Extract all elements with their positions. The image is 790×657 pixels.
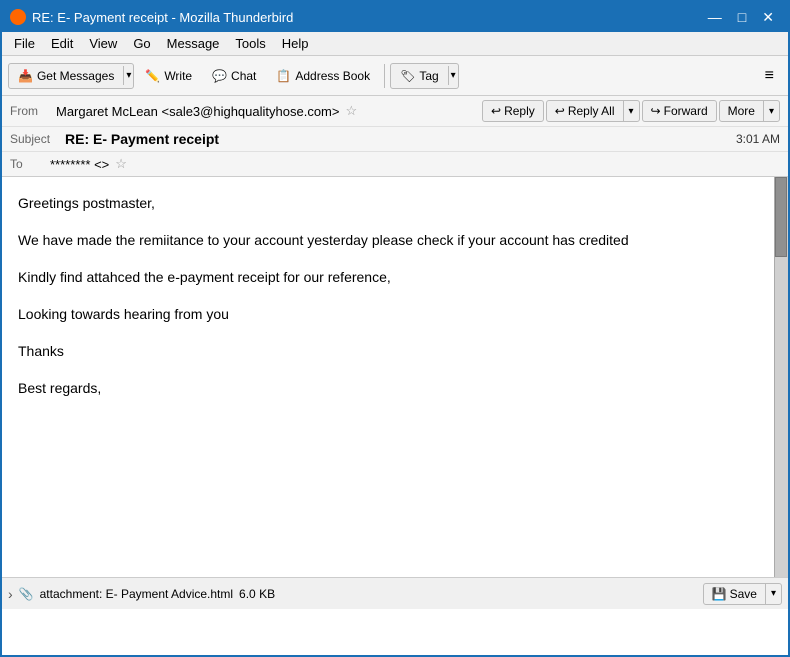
- save-group: 💾 Save ▾: [703, 583, 782, 605]
- forward-button[interactable]: ↪ Forward: [642, 100, 717, 122]
- from-left: From Margaret McLean <sale3@highqualityh…: [10, 103, 357, 119]
- toolbar: 📥 Get Messages ▾ ✏️ Write 💬 Chat 📋 Addre…: [2, 56, 788, 96]
- body-paragraph-1: We have made the remiitance to your acco…: [18, 230, 772, 251]
- titlebar-left: RE: E- Payment receipt - Mozilla Thunder…: [10, 9, 293, 25]
- menubar: File Edit View Go Message Tools Help: [2, 32, 788, 56]
- from-row: From Margaret McLean <sale3@highqualityh…: [2, 96, 788, 127]
- save-dropdown[interactable]: ▾: [765, 584, 781, 604]
- attachment-left: › 📎 attachment: E- Payment Advice.html 6…: [8, 586, 275, 602]
- tag-button[interactable]: 🏷 Tag: [391, 64, 448, 88]
- email-header: From Margaret McLean <sale3@highqualityh…: [2, 96, 788, 177]
- menu-view[interactable]: View: [81, 34, 125, 53]
- menu-help[interactable]: Help: [274, 34, 317, 53]
- body-paragraph-2: Kindly find attahced the e-payment recei…: [18, 267, 772, 288]
- subject-value: RE: E- Payment receipt: [65, 131, 736, 147]
- reply-all-button[interactable]: ↩ Reply All: [547, 101, 623, 121]
- menu-message[interactable]: Message: [159, 34, 228, 53]
- app-icon: [10, 9, 26, 25]
- attachment-arrow-icon[interactable]: ›: [8, 586, 13, 602]
- to-value: ******** <>: [50, 157, 109, 172]
- get-messages-group: 📥 Get Messages ▾: [8, 63, 134, 89]
- attachment-icon-clip: 📎: [19, 587, 34, 601]
- action-buttons: ↩ Reply ↩ Reply All ▾ ↪ Forward More ▾: [482, 100, 780, 122]
- attachment-bar: › 📎 attachment: E- Payment Advice.html 6…: [2, 577, 788, 609]
- timestamp: 3:01 AM: [736, 132, 780, 146]
- get-messages-dropdown[interactable]: ▾: [123, 66, 133, 85]
- reply-icon: ↩: [491, 104, 501, 118]
- address-book-icon: 📋: [276, 69, 291, 83]
- to-label: To: [10, 157, 50, 171]
- email-body: Greetings postmaster, We have made the r…: [2, 177, 788, 577]
- tag-icon: 🏷: [400, 69, 415, 83]
- maximize-button[interactable]: □: [732, 7, 752, 28]
- get-messages-icon: 📥: [18, 69, 33, 83]
- scrollbar-thumb[interactable]: [775, 177, 787, 257]
- save-button[interactable]: 💾 Save: [704, 584, 765, 604]
- menu-file[interactable]: File: [6, 34, 43, 53]
- body-paragraph-0: Greetings postmaster,: [18, 193, 772, 214]
- body-paragraph-3: Looking towards hearing from you: [18, 304, 772, 325]
- to-row: To ******** <> ☆: [2, 152, 788, 176]
- minimize-button[interactable]: —: [702, 7, 728, 28]
- attachment-label: attachment: E- Payment Advice.html: [40, 587, 233, 601]
- more-dropdown[interactable]: ▾: [763, 101, 779, 121]
- tag-dropdown[interactable]: ▾: [448, 66, 458, 85]
- to-star-icon[interactable]: ☆: [115, 156, 127, 172]
- chat-icon: 💬: [212, 69, 227, 83]
- attachment-size: 6.0 KB: [239, 587, 275, 601]
- menu-edit[interactable]: Edit: [43, 34, 81, 53]
- menu-tools[interactable]: Tools: [227, 34, 273, 53]
- body-paragraph-5: Best regards,: [18, 378, 772, 399]
- body-paragraph-4: Thanks: [18, 341, 772, 362]
- from-label: From: [10, 104, 50, 118]
- subject-label: Subject: [10, 132, 65, 146]
- get-messages-button[interactable]: 📥 Get Messages: [9, 64, 123, 88]
- chat-button[interactable]: 💬 Chat: [203, 64, 265, 88]
- reply-all-group: ↩ Reply All ▾: [546, 100, 640, 122]
- address-book-button[interactable]: 📋 Address Book: [267, 64, 379, 88]
- titlebar-controls: — □ ✕: [702, 7, 780, 28]
- menu-go[interactable]: Go: [125, 34, 158, 53]
- save-icon: 💾: [712, 587, 727, 601]
- from-value: Margaret McLean <sale3@highqualityhose.c…: [56, 104, 339, 119]
- reply-button[interactable]: ↩ Reply: [482, 100, 544, 122]
- scrollbar-track[interactable]: [774, 177, 788, 577]
- write-button[interactable]: ✏️ Write: [136, 64, 201, 88]
- tag-group: 🏷 Tag ▾: [390, 63, 459, 89]
- hamburger-menu[interactable]: ≡: [757, 63, 782, 89]
- titlebar: RE: E- Payment receipt - Mozilla Thunder…: [2, 2, 788, 32]
- write-icon: ✏️: [145, 69, 160, 83]
- more-button[interactable]: More: [720, 101, 763, 121]
- toolbar-separator: [384, 64, 385, 88]
- content-wrapper: Greetings postmaster, We have made the r…: [2, 177, 788, 577]
- more-group: More ▾: [719, 100, 780, 122]
- subject-row: Subject RE: E- Payment receipt 3:01 AM: [2, 127, 788, 152]
- window-title: RE: E- Payment receipt - Mozilla Thunder…: [32, 10, 293, 25]
- reply-all-icon: ↩: [555, 104, 565, 118]
- forward-icon: ↪: [651, 104, 661, 118]
- star-icon[interactable]: ☆: [345, 103, 357, 119]
- close-button[interactable]: ✕: [756, 7, 780, 28]
- reply-all-dropdown[interactable]: ▾: [623, 101, 639, 121]
